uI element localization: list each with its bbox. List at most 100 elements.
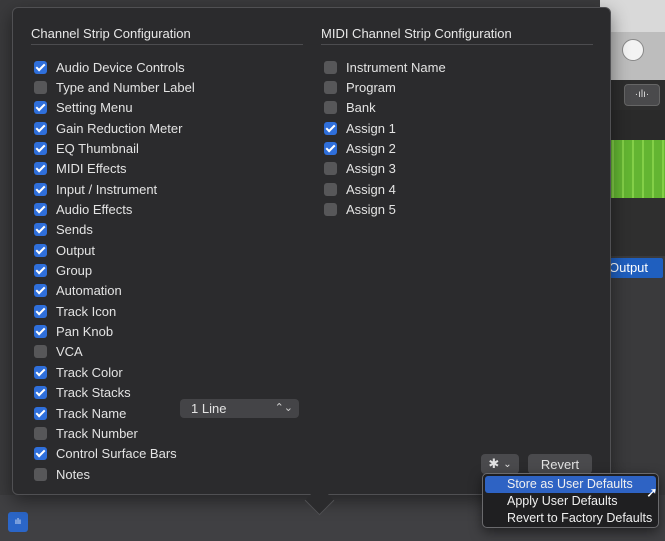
gear-menu-button[interactable]: ✱ ⌄ — [481, 454, 519, 474]
checkbox[interactable] — [324, 182, 337, 196]
section-divider — [31, 44, 303, 45]
option-midi-effects[interactable]: MIDI Effects — [34, 159, 195, 179]
option-label: Track Name — [56, 405, 127, 421]
option-label: Automation — [56, 283, 122, 299]
checkbox[interactable] — [324, 101, 337, 115]
option-assign-2[interactable]: Assign 2 — [324, 138, 446, 158]
checkbox[interactable] — [34, 264, 47, 278]
chevron-down-icon: ⌄ — [503, 458, 512, 470]
checkbox[interactable] — [324, 81, 337, 95]
menu-item-revert-to-factory-defaults[interactable]: Revert to Factory Defaults — [485, 510, 656, 527]
midi-channel-strip-config-title: MIDI Channel Strip Configuration — [321, 26, 512, 41]
checkbox[interactable] — [34, 223, 47, 237]
option-control-surface-bars[interactable]: Control Surface Bars — [34, 444, 195, 464]
option-label: Gain Reduction Meter — [56, 120, 183, 136]
option-label: Instrument Name — [346, 59, 446, 75]
option-label: Track Stacks — [56, 385, 131, 401]
track-region-icon[interactable]: ılı — [8, 512, 28, 532]
option-setting-menu[interactable]: Setting Menu — [34, 98, 195, 118]
option-assign-5[interactable]: Assign 5 — [324, 199, 446, 219]
defaults-menu: Store as User Defaults Apply User Default… — [482, 473, 659, 528]
option-vca[interactable]: VCA — [34, 342, 195, 362]
output-slot[interactable]: Output — [606, 258, 663, 278]
option-label: Audio Effects — [56, 202, 133, 218]
option-audio-device-controls[interactable]: Audio Device Controls — [34, 57, 195, 77]
checkbox[interactable] — [324, 203, 337, 217]
option-group[interactable]: Group — [34, 260, 195, 280]
option-notes[interactable]: Notes — [34, 464, 195, 484]
menu-item-store-as-user-defaults[interactable]: Store as User Defaults — [485, 476, 656, 493]
waveform-icon[interactable]: ·ılı· — [624, 84, 660, 106]
checkbox[interactable] — [324, 162, 337, 176]
checkbox[interactable] — [34, 81, 47, 95]
checkbox[interactable] — [324, 121, 337, 135]
checkbox[interactable] — [34, 182, 47, 196]
option-label: Output — [56, 242, 96, 258]
checkbox[interactable] — [34, 467, 47, 481]
option-label: Track Color — [56, 364, 123, 380]
option-label: MIDI Effects — [56, 161, 127, 177]
option-label: Group — [56, 263, 93, 279]
option-type-and-number-label[interactable]: Type and Number Label — [34, 77, 195, 97]
chevron-updown-icon: ⌃⌄ — [274, 402, 293, 414]
checkbox[interactable] — [324, 60, 337, 74]
option-label: Track Number — [56, 425, 138, 441]
checkbox[interactable] — [34, 60, 47, 74]
option-label: Program — [346, 80, 396, 96]
option-sends[interactable]: Sends — [34, 220, 195, 240]
checkbox[interactable] — [34, 406, 47, 420]
option-label: Audio Device Controls — [56, 59, 185, 75]
checkbox[interactable] — [34, 345, 47, 359]
option-track-icon[interactable]: Track Icon — [34, 301, 195, 321]
option-label: EQ Thumbnail — [56, 141, 139, 157]
checkbox[interactable] — [34, 162, 47, 176]
option-label: Pan Knob — [56, 324, 114, 340]
option-label: Assign 5 — [346, 202, 396, 218]
option-label: Setting Menu — [56, 100, 133, 116]
menu-item-apply-user-defaults[interactable]: Apply User Defaults — [485, 493, 656, 510]
option-assign-3[interactable]: Assign 3 — [324, 159, 446, 179]
gear-icon: ✱ — [488, 456, 500, 471]
option-track-name[interactable]: Track Name — [34, 403, 195, 423]
midi-channel-strip-options-list: Instrument Name Program Bank Assign 1 Assign… — [324, 57, 446, 220]
checkbox[interactable] — [34, 426, 47, 440]
option-input-instrument[interactable]: Input / Instrument — [34, 179, 195, 199]
checkbox[interactable] — [34, 101, 47, 115]
channel-strip-options-list: Audio Device Controls Type and Number Lab… — [34, 57, 195, 484]
track-name-lines-select[interactable]: 1 Line ⌃⌄ — [180, 399, 299, 418]
option-program[interactable]: Program — [324, 77, 446, 97]
option-pan-knob[interactable]: Pan Knob — [34, 321, 195, 341]
option-track-color[interactable]: Track Color — [34, 362, 195, 382]
checkbox[interactable] — [34, 203, 47, 217]
option-label: Bank — [346, 100, 376, 116]
option-assign-4[interactable]: Assign 4 — [324, 179, 446, 199]
checkbox[interactable] — [34, 325, 47, 339]
option-audio-effects[interactable]: Audio Effects — [34, 199, 195, 219]
option-label: Input / Instrument — [56, 181, 158, 197]
mouse-cursor-icon: ➚ — [646, 484, 658, 500]
checkbox[interactable] — [34, 386, 47, 400]
checkbox[interactable] — [324, 142, 337, 156]
channel-strip-config-title: Channel Strip Configuration — [31, 26, 191, 41]
checkbox[interactable] — [34, 121, 47, 135]
checkbox[interactable] — [34, 284, 47, 298]
checkbox[interactable] — [34, 365, 47, 379]
option-label: Sends — [56, 222, 93, 238]
option-track-number[interactable]: Track Number — [34, 423, 195, 443]
option-output[interactable]: Output — [34, 240, 195, 260]
option-bank[interactable]: Bank — [324, 98, 446, 118]
option-assign-1[interactable]: Assign 1 — [324, 118, 446, 138]
background-knob[interactable] — [622, 39, 644, 61]
option-track-stacks[interactable]: Track Stacks — [34, 383, 195, 403]
track-name-lines-value: 1 Line — [191, 401, 227, 416]
revert-button[interactable]: Revert — [528, 454, 592, 474]
option-automation[interactable]: Automation — [34, 281, 195, 301]
checkbox[interactable] — [34, 304, 47, 318]
option-eq-thumbnail[interactable]: EQ Thumbnail — [34, 138, 195, 158]
checkbox[interactable] — [34, 447, 47, 461]
option-label: VCA — [56, 344, 83, 360]
option-gain-reduction-meter[interactable]: Gain Reduction Meter — [34, 118, 195, 138]
checkbox[interactable] — [34, 142, 47, 156]
checkbox[interactable] — [34, 243, 47, 257]
option-instrument-name[interactable]: Instrument Name — [324, 57, 446, 77]
